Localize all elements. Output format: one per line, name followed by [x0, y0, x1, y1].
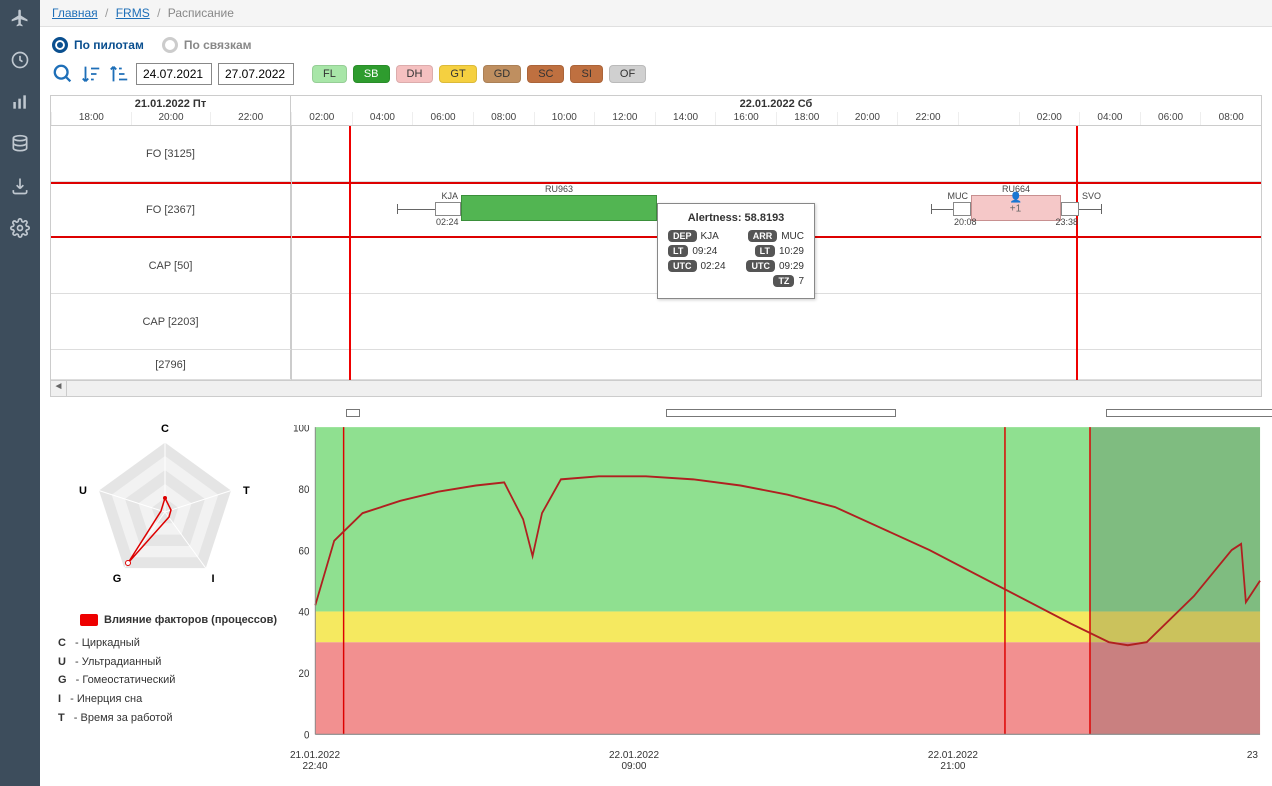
gear-icon[interactable] [10, 218, 30, 238]
gantt-row[interactable]: [2796] [51, 350, 1261, 380]
gantt-row-label: CAP [2203] [51, 294, 291, 349]
gantt-row[interactable]: FO [2367]KJA02:24RU963RU664👤+1MUC20:08SV… [51, 182, 1261, 238]
sort-desc-icon[interactable] [108, 63, 130, 85]
tooltip-title: Alertness: 58.8193 [668, 212, 804, 224]
svg-text:100: 100 [293, 425, 310, 435]
radio-pilots[interactable]: По пилотам [52, 37, 144, 53]
svg-text:C: C [161, 423, 169, 435]
badge-of[interactable]: OF [609, 65, 646, 83]
flight-tooltip: Alertness: 58.8193 DEPKJA ARRMUC LT09:24… [657, 203, 815, 299]
legend-title: Влияние факторов (процессов) [104, 614, 277, 626]
svg-text:0: 0 [304, 730, 310, 741]
breadcrumb-current: Расписание [168, 6, 234, 20]
legend-list: C - Циркадный U - Ультрадианный G - Гоме… [58, 634, 280, 727]
svg-text:40: 40 [299, 607, 310, 618]
radio-links[interactable]: По связкам [162, 37, 252, 53]
date-to-input[interactable] [218, 63, 294, 85]
gantt-row[interactable]: CAP [2203] [51, 294, 1261, 350]
search-icon[interactable] [52, 63, 74, 85]
clock-icon[interactable] [10, 50, 30, 70]
database-icon[interactable] [10, 134, 30, 154]
gantt-row-label: FO [3125] [51, 126, 291, 181]
marker-2 [666, 409, 896, 417]
svg-text:I: I [211, 573, 214, 585]
airplane-icon[interactable] [10, 8, 30, 28]
date-from-input[interactable] [136, 63, 212, 85]
gantt-chart: 21.01.2022 Пт 18:0020:0022:00 22.01.2022… [50, 95, 1262, 397]
breadcrumb: Главная / FRMS / Расписание [40, 0, 1272, 27]
badge-sb[interactable]: SB [353, 65, 390, 83]
badge-gt[interactable]: GT [439, 65, 476, 83]
gantt-row[interactable]: CAP [50] [51, 238, 1261, 294]
legend-color [80, 614, 98, 626]
gantt-scrollbar[interactable]: ◄ [51, 380, 1261, 396]
marker-1 [346, 409, 360, 417]
svg-text:80: 80 [299, 484, 310, 495]
svg-text:60: 60 [299, 546, 310, 557]
badge-gd[interactable]: GD [483, 65, 522, 83]
gantt-row-label: FO [2367] [51, 184, 291, 236]
gantt-row-label: CAP [50] [51, 238, 291, 293]
gantt-row-label: [2796] [51, 350, 291, 379]
badge-si[interactable]: SI [570, 65, 602, 83]
badge-sc[interactable]: SC [527, 65, 564, 83]
radar-chart: C T I G U [50, 407, 280, 607]
marker-3 [1106, 409, 1272, 417]
gantt-day2-label: 22.01.2022 Сб [291, 96, 1261, 112]
chart-icon[interactable] [10, 92, 30, 112]
sort-asc-icon[interactable] [80, 63, 102, 85]
svg-text:G: G [113, 573, 122, 585]
badge-dh[interactable]: DH [396, 65, 434, 83]
download-icon[interactable] [10, 176, 30, 196]
gantt-row[interactable]: FO [3125] [51, 126, 1261, 182]
gantt-day1-label: 21.01.2022 Пт [51, 96, 290, 112]
svg-text:T: T [243, 485, 250, 497]
breadcrumb-home[interactable]: Главная [52, 6, 98, 20]
breadcrumb-frms[interactable]: FRMS [116, 6, 150, 20]
radar-panel: C T I G U Влияние факторов (процессов) C… [50, 407, 280, 772]
alertness-linechart: 0 20 40 60 80 100 [286, 425, 1262, 745]
svg-text:20: 20 [299, 669, 310, 680]
badge-fl[interactable]: FL [312, 65, 347, 83]
sidebar [0, 0, 40, 786]
svg-text:U: U [79, 485, 87, 497]
alertness-chart-panel: 020406080100 21.01.202222:4022.01.202209… [286, 407, 1262, 772]
